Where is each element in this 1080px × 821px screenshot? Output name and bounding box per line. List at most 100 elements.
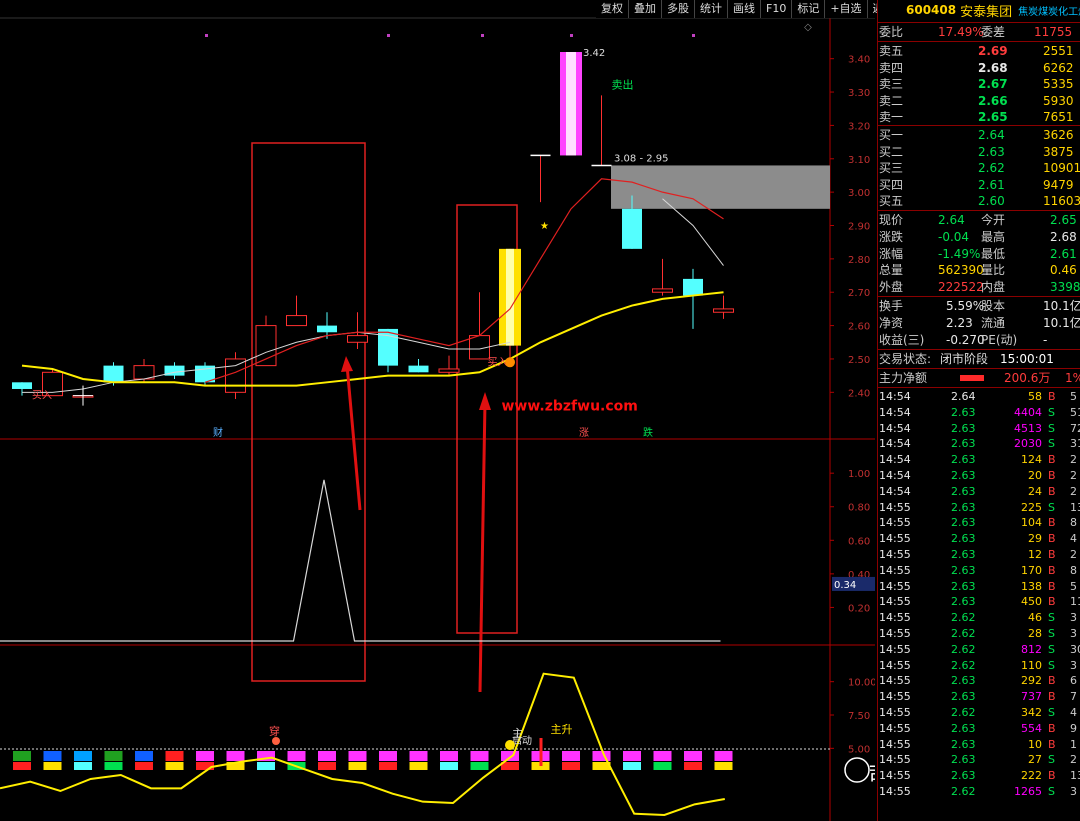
order-level-label: 买二 [879,144,904,159]
sell-level-row: 卖三 2.67 5335 [878,76,1080,92]
order-level-label: 卖五 [879,44,904,58]
candle-body [317,325,337,333]
tick-side: B [1048,532,1056,546]
tick-side: S [1048,611,1055,625]
stat-value: 10.1亿 [1043,299,1080,313]
order-level-label: 卖二 [879,93,904,108]
toolbar-add-watchlist-button[interactable]: +自选 [824,0,866,18]
signal-bar [623,751,641,761]
tick-price: 2.63 [951,690,976,704]
tick-row: 14:55 2.63 554 B 9 [878,721,1080,737]
tick-price: 2.62 [951,611,976,625]
buy-level-row: 买二 2.63 3875 [878,144,1080,160]
signal-label: 主升 [551,723,573,736]
stat-label: 股本 [981,299,1006,313]
stat-value: 5.59% [946,299,985,313]
tick-side: S [1048,421,1055,435]
signal-bar [409,751,428,761]
toolbar-fuquan-button[interactable]: 复权 [596,0,628,18]
tick-time: 14:54 [879,421,911,435]
tick-time: 14:55 [879,532,911,546]
signal-bar [135,751,153,761]
tick-row: 14:54 2.63 2030 S 31 [878,436,1080,452]
tick-count: 51 [1070,405,1080,419]
tick-time: 14:54 [879,405,911,419]
candle-body [12,382,32,389]
toolbar-stats-button[interactable]: 统计 [694,0,727,18]
tick-price: 2.63 [951,532,976,546]
order-price: 2.68 [978,60,1008,75]
divider [878,387,1080,388]
tick-count: 5 [1070,390,1077,403]
divider [878,296,1080,297]
toolbar-mark-button[interactable]: 标记 [791,0,824,18]
tick-volume: 29 [1028,532,1042,546]
stat-value: 2.23 [946,315,973,330]
tick-count: 2 [1070,469,1077,482]
stat-value: 0.46 [1050,263,1077,278]
signal-circle-icon [505,357,515,368]
y-tick-label: 2.90 [848,222,870,233]
main-flow-value: 200.6万 [1004,371,1051,385]
kline-chart-svg[interactable]: 3.40 3.30 3.20 3.10 3.00 2.90 2.80 2.70 2.60 2.50… [0,0,875,821]
current-value-label: 0.34 [834,580,856,591]
tick-side: S [1048,785,1055,798]
tick-count: 2 [1070,484,1077,498]
tick-row: 14:55 2.63 138 B 5 [878,579,1080,595]
tick-price: 2.62 [951,706,976,719]
tick-count: 3 [1070,611,1077,625]
tick-price: 2.63 [951,721,976,735]
tick-count: 2 [1070,548,1077,561]
signal-dot-icon [272,737,280,745]
chart-area[interactable]: 3.40 3.30 3.20 3.10 3.00 2.90 2.80 2.70 2.60 2.50… [0,0,875,821]
signal-bar [714,762,733,770]
tick-count: 9 [1070,721,1077,735]
tick-count: 3 [1070,785,1077,798]
tick-volume: 170 [1021,563,1042,577]
ma-line-white [22,198,724,393]
tick-time: 14:55 [879,769,911,783]
stat-label: 内盘 [981,280,1006,295]
toolbar-multi-stock-button[interactable]: 多股 [661,0,694,18]
weicha-value: 11755 [1034,25,1073,39]
tick-count: 11 [1070,595,1080,609]
stat-value: 562390 [938,263,984,278]
tick-volume: 4513 [1014,421,1042,435]
toolbar-f10-button[interactable]: F10 [760,0,791,18]
main-flow-pct: 1% [1065,371,1080,385]
order-volume: 5930 [1043,93,1074,108]
tick-time: 14:55 [879,706,911,719]
order-volume: 5335 [1043,77,1074,92]
signal-label: 启动 [512,734,532,747]
toolbar: 复权 叠加 多股 统计 画线 F10 标记 +自选 返回 [596,0,900,18]
toolbar-overlay-button[interactable]: 叠加 [628,0,661,18]
tick-price: 2.63 [951,469,976,482]
event-dot [205,34,208,37]
y-tick-label: 2.60 [848,322,870,333]
candle-body [652,288,673,293]
high-price-label: 3.42 [583,48,605,59]
stat-label: 净资 [879,315,904,330]
highlight-box [251,142,366,682]
watermark-text: 司赢空指标所 [868,763,875,787]
sell-level-row: 卖四 2.68 6262 [878,60,1080,76]
stat-label: 收益(三) [879,332,925,347]
tick-side: B [1048,453,1056,467]
red-arrow [345,364,362,511]
tick-side: B [1048,390,1056,403]
toolbar-draw-button[interactable]: 画线 [727,0,760,18]
tick-price: 2.63 [951,500,976,514]
resistance-zone [611,165,830,209]
tick-row: 14:55 2.63 12 B 2 [878,547,1080,563]
tick-price: 2.63 [951,579,976,593]
tick-volume: 124 [1021,453,1042,467]
trade-status-label: 交易状态: [879,352,932,366]
weibi-value: 17.49% [938,25,984,39]
tick-price: 2.63 [951,405,976,419]
wechat-icon [844,757,870,783]
order-volume: 7651 [1043,110,1074,125]
tick-price: 2.62 [951,658,976,672]
stat-value: 2.61 [1050,246,1077,261]
stat-value: 10.1亿 [1043,315,1080,330]
stat-label: 最低 [981,246,1006,261]
